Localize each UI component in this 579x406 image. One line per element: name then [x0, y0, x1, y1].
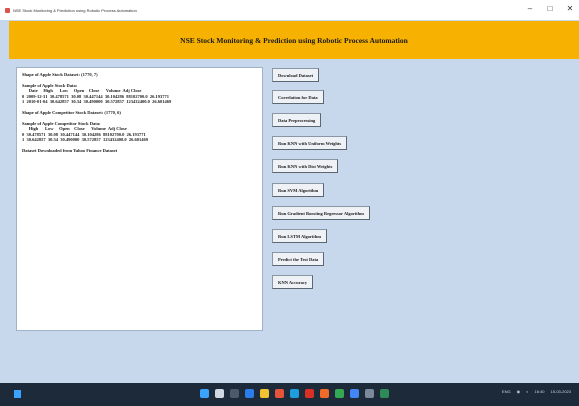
- system-tray: ENG ◉ ◐ 16:40 15-03-2023: [502, 389, 571, 394]
- file-explorer-icon[interactable]: [260, 389, 269, 398]
- windows-start-icon[interactable]: [14, 390, 21, 398]
- window-controls: – □ ✕: [525, 3, 575, 15]
- lstm-button[interactable]: Run LSTM Algorithm: [272, 229, 328, 243]
- search-icon[interactable]: [215, 389, 224, 398]
- edge-icon[interactable]: [245, 389, 254, 398]
- knn-accuracy-button[interactable]: KNN Accuracy: [272, 275, 314, 289]
- close-button[interactable]: ✕: [565, 3, 575, 15]
- taskbar: ENG ◉ ◐ 16:40 15-03-2023: [0, 383, 579, 406]
- knn-uniform-button[interactable]: Run KNN with Uniform Weights: [272, 136, 348, 150]
- minimize-button[interactable]: –: [525, 3, 535, 15]
- correlation-button[interactable]: Correlation for Data: [272, 90, 324, 104]
- svm-button[interactable]: Run SVM Algorithm: [272, 183, 325, 197]
- task-view-icon[interactable]: [230, 389, 239, 398]
- window-title: NSE Stock Monitoring & Prediction using …: [13, 7, 137, 13]
- store-icon[interactable]: [290, 389, 299, 398]
- output-line: Dataset Downloaded from Yahoo Finance Da…: [22, 148, 118, 154]
- windows-icon[interactable]: [200, 389, 209, 398]
- header-banner: NSE Stock Monitoring & Prediction using …: [9, 21, 579, 59]
- volume-icon[interactable]: ◐: [526, 389, 528, 394]
- opera-icon[interactable]: [305, 389, 314, 398]
- predict-test-data-button[interactable]: Predict the Test Data: [272, 252, 325, 266]
- clock-date[interactable]: 15-03-2023: [551, 389, 571, 394]
- knn-dist-button[interactable]: Run KNN with Dist Weights: [272, 159, 339, 173]
- maximize-button[interactable]: □: [545, 3, 555, 15]
- gradient-boosting-button[interactable]: Run Gradient Boosting Regressor Algorith…: [272, 206, 370, 220]
- app-icon[interactable]: [350, 389, 359, 398]
- main-content: Shape of Apple Stock Dataset: (1770, 7) …: [9, 59, 579, 383]
- firefox-icon[interactable]: [320, 389, 329, 398]
- app-icon: [5, 7, 10, 13]
- page-title: NSE Stock Monitoring & Prediction using …: [180, 35, 408, 45]
- window-titlebar: NSE Stock Monitoring & Prediction using …: [0, 0, 579, 20]
- output-text-area[interactable]: Shape of Apple Stock Dataset: (1770, 7) …: [16, 67, 263, 331]
- wifi-icon[interactable]: ◉: [517, 389, 521, 394]
- python-icon[interactable]: [380, 389, 389, 398]
- download-dataset-button[interactable]: Download Dataset: [272, 68, 320, 82]
- language-indicator[interactable]: ENG: [502, 389, 511, 394]
- chrome-icon[interactable]: [335, 389, 344, 398]
- taskbar-apps: [200, 389, 389, 398]
- office-icon[interactable]: [275, 389, 284, 398]
- clock-time[interactable]: 16:40: [535, 389, 545, 394]
- data-preprocessing-button[interactable]: Data Preprocessing: [272, 113, 322, 127]
- app-icon[interactable]: [365, 389, 374, 398]
